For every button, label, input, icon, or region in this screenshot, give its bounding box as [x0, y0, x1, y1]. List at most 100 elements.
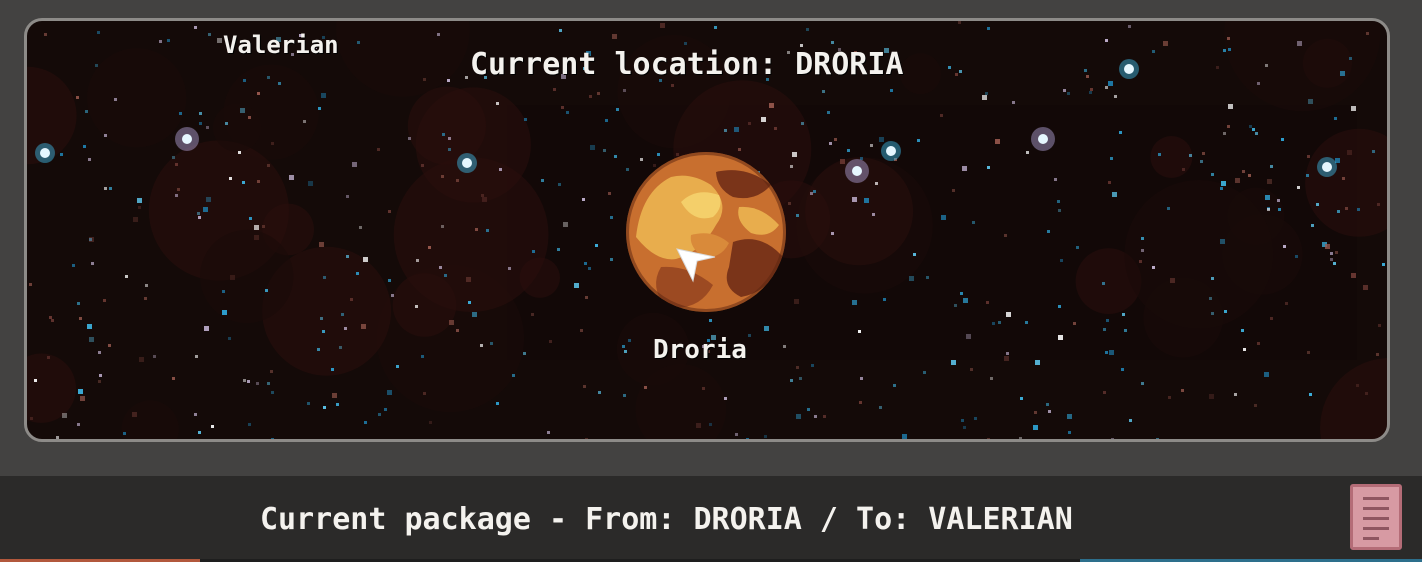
- nebula-dust: [519, 257, 560, 298]
- star: [598, 391, 601, 394]
- star: [466, 277, 471, 282]
- status-bar: Current package - From: DRORIA / To: VAL…: [0, 476, 1422, 562]
- star: [60, 153, 63, 156]
- star: [523, 352, 526, 355]
- star: [203, 207, 208, 212]
- star: [858, 330, 861, 333]
- star: [378, 413, 381, 416]
- star: [153, 355, 156, 358]
- star: [247, 380, 250, 383]
- star: [879, 406, 882, 409]
- star: [1365, 392, 1368, 395]
- star: [388, 279, 391, 282]
- star: [346, 195, 349, 198]
- star: [872, 213, 875, 216]
- star: [696, 423, 701, 428]
- star: [1252, 128, 1255, 131]
- star: [610, 216, 613, 219]
- star: [948, 66, 951, 69]
- star: [823, 415, 826, 418]
- star: [1241, 329, 1244, 332]
- star: [714, 26, 717, 29]
- star: [323, 406, 326, 409]
- star: [1221, 181, 1226, 186]
- star: [917, 139, 920, 142]
- star: [603, 149, 606, 152]
- star: [56, 436, 59, 439]
- star: [623, 394, 626, 397]
- document-line: [1363, 507, 1389, 510]
- star: [1357, 208, 1360, 211]
- star: [175, 163, 178, 166]
- star: [1046, 403, 1049, 406]
- star: [547, 431, 550, 434]
- star: [764, 435, 767, 438]
- star: [211, 425, 214, 428]
- star: [267, 382, 270, 385]
- star: [549, 340, 552, 343]
- star: [1058, 209, 1061, 212]
- star: [1019, 437, 1022, 439]
- planet-label-valerian[interactable]: Valerian: [223, 31, 339, 59]
- star: [589, 95, 592, 98]
- star: [307, 402, 310, 405]
- star: [199, 122, 202, 125]
- star: [254, 235, 259, 240]
- star: [684, 42, 687, 45]
- nebula-dust: [212, 103, 262, 152]
- star: [1168, 396, 1171, 399]
- star: [987, 166, 990, 169]
- star: [331, 368, 334, 371]
- star: [1297, 41, 1302, 46]
- star-map[interactable]: Valerian Current location: DRORIA Droria: [24, 18, 1390, 442]
- document-line: [1363, 527, 1389, 530]
- document-line: [1363, 497, 1389, 500]
- star: [415, 305, 418, 308]
- star: [590, 145, 595, 150]
- star: [1060, 259, 1063, 262]
- star: [1309, 393, 1312, 396]
- planet-droria[interactable]: [621, 147, 791, 317]
- star: [1265, 64, 1268, 67]
- star: [1333, 262, 1336, 265]
- star: [1035, 360, 1040, 365]
- star: [303, 120, 306, 123]
- star: [496, 440, 499, 442]
- star: [486, 229, 489, 232]
- star: [1004, 356, 1009, 361]
- star: [990, 377, 993, 380]
- star: [1181, 389, 1184, 392]
- star: [582, 198, 585, 201]
- star: [1363, 285, 1368, 290]
- star: [831, 232, 834, 235]
- star: [524, 118, 527, 121]
- star: [1102, 282, 1105, 285]
- star: [350, 298, 353, 301]
- star: [256, 382, 259, 385]
- star: [860, 377, 863, 380]
- star: [194, 413, 197, 416]
- star: [1076, 246, 1079, 249]
- star: [30, 417, 33, 420]
- star: [724, 397, 727, 400]
- star: [761, 117, 766, 122]
- star: [85, 110, 88, 113]
- star: [357, 41, 360, 44]
- star: [1227, 37, 1230, 40]
- star: [1356, 384, 1359, 387]
- star: [1200, 160, 1203, 163]
- star: [1307, 351, 1310, 354]
- star: [339, 346, 342, 349]
- star: [1265, 195, 1270, 200]
- star: [47, 356, 50, 359]
- star: [1235, 178, 1240, 183]
- document-icon[interactable]: [1350, 484, 1402, 550]
- star: [77, 423, 80, 426]
- star: [388, 210, 391, 213]
- star: [172, 377, 175, 380]
- star: [1267, 179, 1272, 184]
- star: [987, 438, 990, 439]
- star: [87, 324, 92, 329]
- star: [811, 364, 814, 367]
- star: [612, 34, 617, 39]
